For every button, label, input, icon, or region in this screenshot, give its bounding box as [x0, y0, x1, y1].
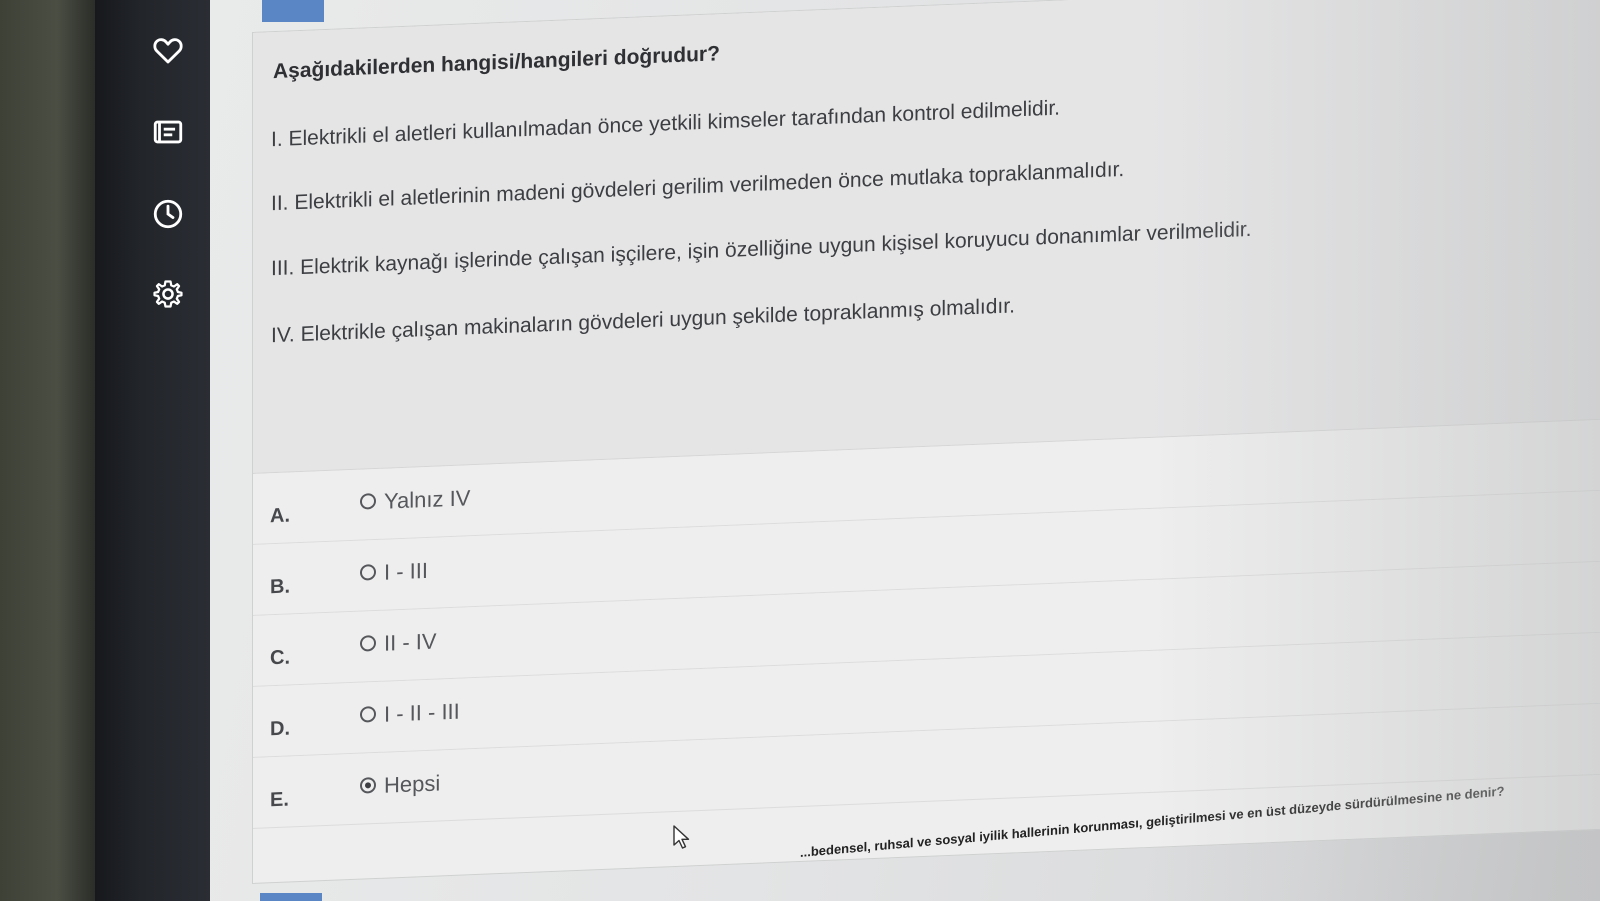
radio-button[interactable]	[360, 706, 376, 723]
option-text[interactable]: I - III	[384, 558, 428, 586]
option-letter: C.	[270, 646, 290, 670]
quiz-screen: Aşağıdakilerden hangisi/hangileri doğrud…	[210, 0, 1600, 901]
monitor-bezel	[0, 0, 95, 901]
statement-2: II. Elektrikli el aletlerinin madeni göv…	[271, 157, 1125, 216]
option-letter: B.	[270, 575, 290, 599]
mouse-cursor-icon	[673, 825, 690, 849]
option-letter: E.	[270, 788, 289, 812]
radio-button[interactable]	[360, 564, 376, 581]
statement-3: III. Elektrik kaynağı işlerinde çalışan …	[271, 217, 1252, 281]
option-letter: D.	[270, 717, 290, 741]
question-block: Aşağıdakilerden hangisi/hangileri doğrud…	[253, 0, 1600, 474]
notes-icon[interactable]	[150, 114, 186, 150]
option-text[interactable]: Yalnız IV	[384, 485, 470, 514]
radio-button[interactable]	[360, 635, 376, 652]
statement-4: IV. Elektrikle çalışan makinaların gövde…	[271, 294, 1015, 348]
question-title: Aşağıdakilerden hangisi/hangileri doğrud…	[273, 42, 720, 84]
radio-button-selected[interactable]	[360, 777, 376, 794]
bottom-tab[interactable]	[260, 893, 322, 901]
top-tab[interactable]	[262, 0, 324, 22]
option-text[interactable]: I - II - III	[384, 699, 460, 728]
option-letter: A.	[270, 504, 290, 528]
radio-button[interactable]	[360, 493, 376, 510]
question-card: Aşağıdakilerden hangisi/hangileri doğrud…	[252, 0, 1600, 884]
clock-icon[interactable]	[150, 196, 186, 232]
gear-icon[interactable]	[150, 277, 186, 313]
option-text[interactable]: Hepsi	[384, 770, 440, 798]
statement-1: I. Elektrikli el aletleri kullanılmadan …	[271, 96, 1061, 152]
heart-icon[interactable]	[150, 32, 186, 68]
option-text[interactable]: II - IV	[384, 629, 437, 657]
